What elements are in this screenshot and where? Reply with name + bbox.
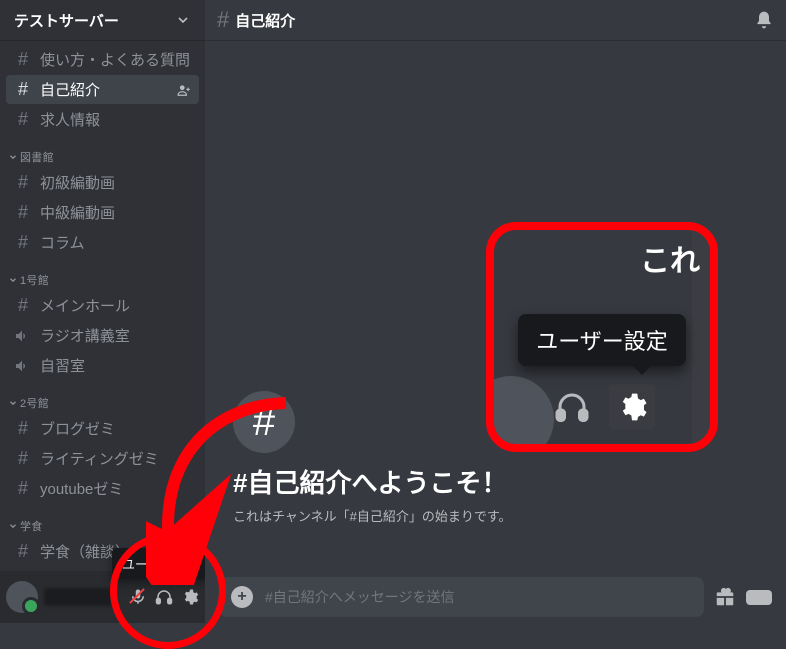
welcome-subtitle: これはチャンネル「#自己紹介」の始まりです。 bbox=[233, 506, 512, 525]
hash-icon: # bbox=[14, 541, 32, 562]
text-channel-item[interactable]: # 初級編動画 bbox=[6, 168, 199, 197]
zoom-tooltip: ユーザー設定 bbox=[518, 314, 686, 366]
hash-icon: # bbox=[14, 79, 32, 100]
category-header[interactable]: 1号館 bbox=[0, 258, 205, 290]
voice-channel-item[interactable]: 自習室 bbox=[6, 351, 199, 380]
mute-mic-button[interactable] bbox=[129, 588, 147, 606]
channel-label: youtubeゼミ bbox=[40, 478, 123, 499]
speaker-icon bbox=[14, 358, 32, 374]
main-area: # 自己紹介 # #自己紹介へようこそ！ これはチャンネル「#自己紹介」の始まり… bbox=[205, 0, 786, 623]
annotation-zoom-box: こ⁣れ ユーザー設定 bbox=[486, 222, 718, 452]
channel-label: 中級編動画 bbox=[40, 202, 115, 223]
server-header[interactable]: テストサーバー bbox=[0, 0, 205, 40]
hash-icon: # bbox=[14, 418, 32, 439]
text-channel-item[interactable]: # 中級編動画 bbox=[6, 198, 199, 227]
text-channel-item[interactable]: # 自己紹介 bbox=[6, 75, 199, 104]
channel-label: ライティングゼミ bbox=[40, 448, 159, 469]
gift-icon[interactable] bbox=[714, 586, 736, 608]
text-channel-item[interactable]: # 使い方・よくある質問 bbox=[6, 45, 199, 74]
channel-label: 求人情報 bbox=[40, 109, 100, 130]
hash-icon: # bbox=[14, 448, 32, 469]
zoom-headphones-icon bbox=[549, 384, 595, 430]
channel-label: 自習室 bbox=[40, 355, 85, 376]
gif-button[interactable]: GIF bbox=[746, 590, 772, 605]
user-panel: ユーザー設定 bbox=[0, 571, 205, 623]
channel-title: 自己紹介 bbox=[235, 10, 295, 31]
hash-icon: # bbox=[14, 172, 32, 193]
channel-label: コラム bbox=[40, 232, 85, 253]
zoom-gear-icon bbox=[609, 384, 655, 430]
username-redacted bbox=[44, 588, 112, 606]
hash-icon: # bbox=[14, 295, 32, 316]
message-placeholder: #自己紹介へメッセージを送信 bbox=[265, 587, 455, 607]
speaker-icon bbox=[14, 328, 32, 344]
text-channel-item[interactable]: # ブログゼミ bbox=[6, 414, 199, 443]
category-header[interactable]: 図書館 bbox=[0, 135, 205, 167]
server-name: テストサーバー bbox=[14, 10, 119, 31]
category-header[interactable]: 2号館 bbox=[0, 381, 205, 413]
hash-icon: # bbox=[217, 7, 229, 33]
text-channel-item[interactable]: # メインホール bbox=[6, 291, 199, 320]
hash-icon: # bbox=[14, 202, 32, 223]
text-channel-item[interactable]: # コラム bbox=[6, 228, 199, 257]
hash-icon: # bbox=[14, 478, 32, 499]
channel-label: ラジオ講義室 bbox=[40, 325, 130, 346]
zoom-cut-text: こ⁣れ bbox=[640, 236, 700, 280]
hash-icon: # bbox=[14, 109, 32, 130]
avatar[interactable] bbox=[6, 581, 38, 613]
channel-header: # 自己紹介 bbox=[205, 0, 786, 40]
channel-label: 自己紹介 bbox=[40, 79, 100, 100]
hash-icon: # bbox=[14, 49, 32, 70]
message-composer: + #自己紹介へメッセージを送信 GIF bbox=[205, 571, 786, 623]
text-channel-item[interactable]: # 求人情報 bbox=[6, 105, 199, 134]
welcome-hash-icon: # bbox=[233, 391, 295, 453]
category-header[interactable]: 学食 bbox=[0, 504, 205, 536]
text-channel-item[interactable]: # youtubeゼミ bbox=[6, 474, 199, 503]
attach-button[interactable]: + bbox=[231, 586, 253, 608]
user-settings-tooltip: ユーザー設定 bbox=[112, 548, 210, 579]
channel-sidebar: テストサーバー # 使い方・よくある質問 # 自己紹介 # 求人情報図書館 # 初級編動画 # 中… bbox=[0, 0, 205, 623]
notification-bell-icon[interactable] bbox=[754, 10, 774, 30]
deafen-button[interactable] bbox=[155, 588, 173, 606]
chevron-down-icon bbox=[175, 12, 191, 28]
message-input[interactable]: + #自己紹介へメッセージを送信 bbox=[219, 577, 704, 617]
user-settings-button[interactable] bbox=[181, 588, 199, 606]
voice-channel-item[interactable]: ラジオ講義室 bbox=[6, 321, 199, 350]
hash-icon: # bbox=[14, 232, 32, 253]
channel-label: メインホール bbox=[40, 295, 130, 316]
channel-label: 使い方・よくある質問 bbox=[40, 49, 190, 70]
channel-list: # 使い方・よくある質問 # 自己紹介 # 求人情報図書館 # 初級編動画 # 中級編動画 # コラム… bbox=[0, 40, 205, 571]
welcome-block: # #自己紹介へようこそ！ これはチャンネル「#自己紹介」の始まりです。 bbox=[233, 391, 512, 525]
welcome-title: #自己紹介へようこそ！ bbox=[233, 463, 512, 500]
create-invite-icon[interactable] bbox=[177, 83, 191, 97]
text-channel-item[interactable]: # ライティングゼミ bbox=[6, 444, 199, 473]
channel-label: ブログゼミ bbox=[40, 418, 115, 439]
channel-label: 初級編動画 bbox=[40, 172, 115, 193]
